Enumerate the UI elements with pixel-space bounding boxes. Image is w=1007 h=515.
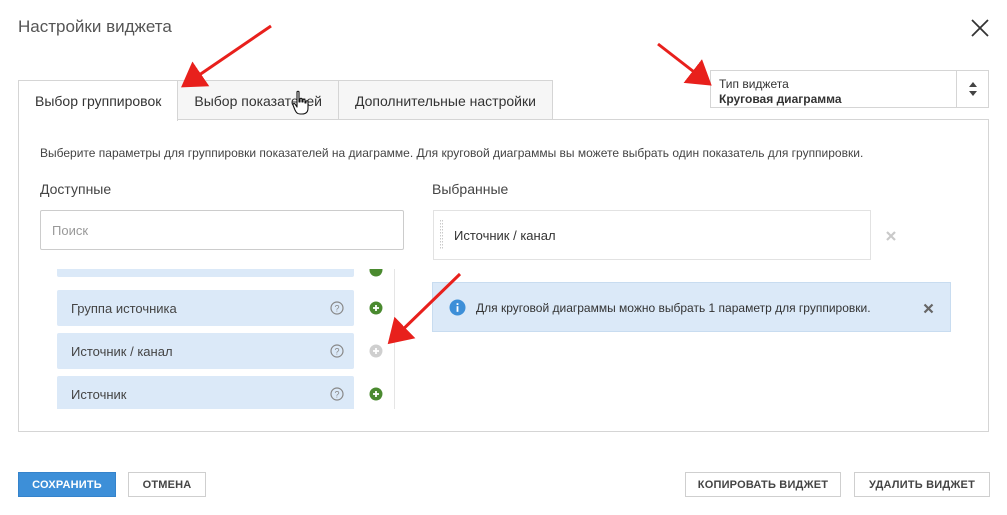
save-button[interactable]: СОХРАНИТЬ bbox=[18, 472, 116, 497]
annotation-arrow-tab bbox=[181, 24, 272, 88]
panel-description: Выберите параметры для группировки показ… bbox=[40, 146, 864, 160]
selected-item[interactable]: Источник / канал bbox=[433, 210, 871, 260]
annotation-arrow-widget-type bbox=[657, 42, 712, 86]
info-circle-icon bbox=[449, 299, 466, 316]
question-circle-icon[interactable]: ? bbox=[330, 387, 344, 401]
plus-circle-icon-disabled bbox=[369, 344, 383, 358]
selected-heading: Выбранные bbox=[432, 181, 509, 197]
cancel-button[interactable]: ОТМЕНА bbox=[128, 472, 206, 497]
tab-bar: Выбор группировок Выбор показателей Допо… bbox=[18, 80, 553, 121]
info-alert-text: Для круговой диаграммы можно выбрать 1 п… bbox=[476, 301, 871, 315]
widget-type-select[interactable]: Тип виджета Круговая диаграмма bbox=[710, 70, 989, 108]
tab-groupings[interactable]: Выбор группировок bbox=[18, 80, 179, 121]
plus-circle-icon[interactable] bbox=[369, 387, 383, 401]
close-alert-icon[interactable] bbox=[923, 303, 934, 314]
selected-item-label: Источник / канал bbox=[454, 228, 556, 243]
plus-circle-icon[interactable] bbox=[369, 301, 383, 315]
plus-circle-icon[interactable] bbox=[369, 269, 383, 277]
question-circle-icon[interactable]: ? bbox=[330, 344, 344, 358]
delete-widget-button[interactable]: УДАЛИТЬ ВИДЖЕТ bbox=[854, 472, 990, 497]
tab-advanced-settings[interactable]: Дополнительные настройки bbox=[337, 80, 553, 120]
groupings-panel: Выберите параметры для группировки показ… bbox=[18, 119, 989, 432]
search-input[interactable] bbox=[40, 210, 404, 250]
list-item[interactable]: Источник ? bbox=[57, 376, 354, 409]
hand-cursor-icon bbox=[292, 90, 309, 115]
select-arrows-button[interactable] bbox=[956, 71, 988, 107]
x-icon[interactable] bbox=[885, 230, 897, 242]
list-divider bbox=[394, 269, 395, 409]
list-item-hidden[interactable] bbox=[57, 269, 354, 277]
tab-metrics[interactable]: Выбор показателей bbox=[177, 80, 339, 120]
svg-text:?: ? bbox=[334, 303, 339, 313]
question-circle-icon[interactable]: ? bbox=[330, 301, 344, 315]
list-item-label: Группа источника bbox=[71, 301, 177, 316]
sort-arrows-icon bbox=[969, 82, 977, 96]
drag-handle-icon[interactable] bbox=[440, 220, 443, 250]
dialog-title: Настройки виджета bbox=[18, 17, 172, 36]
available-list[interactable]: Группа источника ? Источник / канал ? Ис… bbox=[40, 269, 397, 409]
info-alert: Для круговой диаграммы можно выбрать 1 п… bbox=[432, 282, 951, 332]
widget-type-label: Тип виджета bbox=[719, 77, 789, 91]
svg-text:?: ? bbox=[334, 389, 339, 399]
widget-type-value: Круговая диаграмма bbox=[719, 92, 842, 106]
list-item-label: Источник / канал bbox=[71, 344, 173, 359]
copy-widget-button[interactable]: КОПИРОВАТЬ ВИДЖЕТ bbox=[685, 472, 841, 497]
svg-text:?: ? bbox=[334, 346, 339, 356]
list-item[interactable]: Группа источника ? bbox=[57, 290, 354, 326]
list-item[interactable]: Источник / канал ? bbox=[57, 333, 354, 369]
list-item-label: Источник bbox=[71, 387, 127, 402]
available-heading: Доступные bbox=[40, 181, 112, 197]
close-icon[interactable] bbox=[968, 16, 992, 40]
